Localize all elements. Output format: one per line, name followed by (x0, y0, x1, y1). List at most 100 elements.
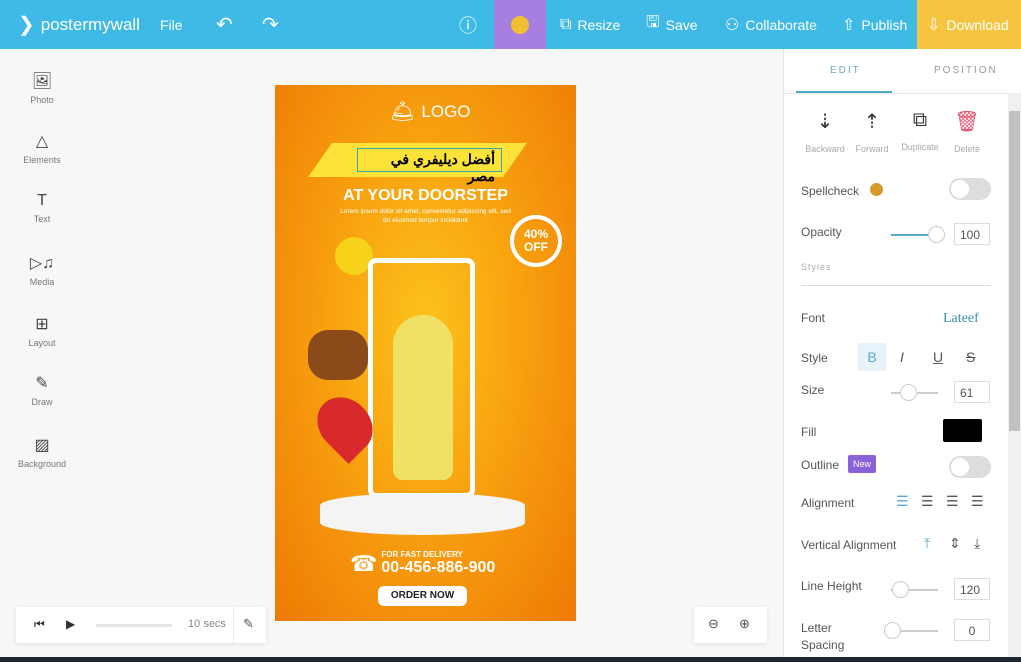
undo-icon[interactable]: ↶ (206, 0, 243, 49)
headline[interactable]: AT YOUR DOORSTEP (275, 187, 576, 205)
poster-canvas[interactable]: 🛎 LOGO أفضل ديليفري في مصر AT YOUR DOORST… (275, 85, 576, 621)
align-left-icon[interactable]: ☰ (896, 493, 909, 510)
align-center-icon[interactable]: ☰ (921, 493, 934, 510)
publish-button[interactable]: ⇧ Publish (832, 0, 917, 49)
tab-position[interactable]: POSITION (934, 65, 998, 76)
spellcheck-toggle[interactable] (949, 178, 991, 200)
resize-button[interactable]: ⧉ Resize (550, 0, 630, 49)
sidebar-item-photo[interactable]: 🖼 Photo (0, 71, 84, 105)
collaborate-button[interactable]: ⚇ Collaborate (715, 0, 827, 49)
zoom-out-icon[interactable]: ⊖ (708, 616, 719, 632)
zoom-in-icon[interactable]: ⊕ (739, 616, 750, 632)
podium-shape (320, 493, 525, 535)
download-icon: ⇩ (927, 16, 941, 34)
fill-color-swatch[interactable] (943, 419, 982, 442)
opacity-input[interactable]: 100 (954, 223, 990, 245)
label: Elements (23, 155, 61, 165)
brand-name: postermywall (40, 14, 140, 34)
delivery-label: FOR FAST DELIVERY (381, 550, 463, 559)
label: Forward (855, 144, 889, 154)
image-icon: 🖼 (31, 73, 53, 90)
vertical-alignment-label: Vertical Alignment (801, 538, 897, 552)
sidebar-item-media[interactable]: ▷♫ Media (0, 253, 84, 287)
selected-arabic-text[interactable]: أفضل ديليفري في مصر (357, 148, 502, 184)
resize-label: Resize (577, 16, 621, 33)
label: Layout (28, 338, 56, 348)
sidebar-item-text[interactable]: T Text (0, 192, 84, 224)
trash-icon: 🗑 (954, 111, 980, 133)
size-input[interactable]: 61 (954, 381, 990, 403)
align-justify-icon[interactable]: ☰ (971, 493, 984, 510)
label: Draw (31, 397, 53, 407)
align-bottom-icon[interactable]: ⤓ (974, 535, 980, 552)
brand-logo[interactable]: ❯ postermywall (8, 0, 150, 49)
size-slider-knob[interactable] (900, 384, 917, 401)
underline-button[interactable]: U (933, 349, 943, 365)
duration-unit: secs (203, 618, 226, 630)
label: Photo (30, 95, 54, 105)
poster-logo[interactable]: 🛎 LOGO (390, 99, 471, 124)
panel-scrollbar[interactable] (1008, 93, 1021, 662)
edit-pencil-icon[interactable]: ✎ (243, 616, 254, 632)
duplicate-button[interactable]: ⧉ Duplicate (895, 109, 945, 152)
backward-button[interactable]: ⇣ Backward (800, 109, 850, 154)
sidebar-item-draw[interactable]: ✎ Draw (0, 373, 84, 407)
align-top-icon[interactable]: ⤒ (924, 535, 930, 552)
zoom-controls: ⊖ ⊕ (694, 607, 767, 643)
line-height-label: Line Height (801, 579, 862, 593)
publish-label: Publish (861, 16, 908, 33)
shapes-icon: △ (35, 133, 49, 150)
scrollbar-thumb[interactable] (1009, 111, 1020, 431)
redo-icon[interactable]: ↷ (252, 0, 289, 49)
sidebar-item-layout[interactable]: ⊞ Layout (0, 314, 84, 348)
play-icon[interactable]: ▶ (66, 617, 75, 631)
add-user-icon: ⚇ (725, 16, 740, 34)
text-icon: T (37, 192, 47, 209)
strikethrough-button[interactable]: S (966, 349, 975, 365)
properties-panel: EDIT POSITION ⇣ Backward ⇡ Forward ⧉ Duplic… (783, 49, 1021, 662)
divider (801, 285, 991, 286)
bold-button[interactable]: B (858, 343, 886, 371)
align-right-icon[interactable]: ☰ (946, 493, 959, 510)
help-icon[interactable]: ⓘ (449, 0, 487, 49)
line-height-input[interactable]: 120 (954, 578, 990, 600)
spellcheck-label: Spellcheck (801, 184, 860, 198)
size-label: Size (801, 383, 825, 397)
duration-value: 10 (188, 618, 201, 630)
skip-back-icon[interactable]: ⏮ (34, 617, 45, 632)
font-label: Font (801, 311, 826, 325)
font-selector[interactable]: Lateef (943, 311, 979, 327)
timeline-slider[interactable] (96, 624, 172, 627)
letter-spacing-input[interactable]: 0 (954, 619, 990, 641)
tab-edit[interactable]: EDIT (830, 65, 861, 76)
italic-button[interactable]: I (900, 349, 904, 365)
send-backward-icon: ⇣ (816, 111, 834, 133)
label: Duplicate (901, 142, 939, 152)
file-menu[interactable]: File (150, 0, 193, 49)
letter-spacing-slider-knob[interactable] (884, 622, 901, 639)
opacity-slider-knob[interactable] (928, 226, 945, 243)
logo-icon: ❯ (18, 14, 35, 36)
label: Backward (805, 144, 845, 154)
download-label: Download (946, 16, 1009, 33)
delete-button[interactable]: 🗑 Delete (942, 109, 992, 154)
crown-icon (511, 15, 529, 34)
body-text[interactable]: Lorem ipsum dolor sit amet, consectetur … (340, 207, 511, 225)
sidebar-item-background[interactable]: ▨ Background (0, 435, 84, 469)
align-middle-icon[interactable]: ⇕ (949, 535, 961, 552)
download-button[interactable]: ⇩ Download (917, 0, 1021, 49)
background-icon: ▨ (34, 437, 50, 454)
outline-toggle[interactable] (949, 456, 991, 478)
divider (784, 93, 1021, 94)
label: Background (17, 459, 67, 469)
playback-bar: ⏮ ▶ 10 secs ✎ (16, 607, 266, 643)
top-bar: ❯ postermywall File ↶ ↷ ⓘ ⧉ Resize 🖫 Save ⚇… (0, 0, 1021, 49)
order-now-button[interactable]: ORDER NOW (378, 586, 467, 606)
save-button[interactable]: 🖫 Save (636, 0, 708, 49)
duration: 10 secs (188, 618, 226, 630)
discount-badge[interactable]: 40% OFF (510, 215, 562, 267)
line-height-slider-knob[interactable] (892, 581, 909, 598)
forward-button[interactable]: ⇡ Forward (847, 109, 897, 154)
sidebar-item-elements[interactable]: △ Elements (0, 131, 84, 165)
premium-button[interactable] (494, 0, 546, 49)
